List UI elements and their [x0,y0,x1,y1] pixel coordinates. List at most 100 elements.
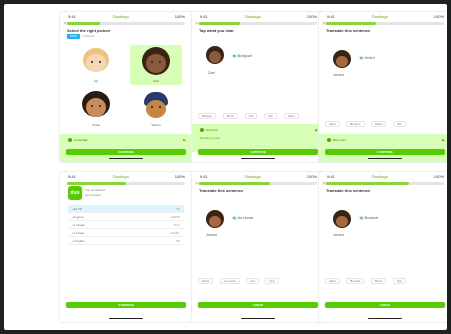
new-badge: NEW [67,34,80,39]
table-row[interactable]: +5 gems GEMS [68,213,184,221]
speech-text: Hello! [364,55,375,60]
speech-bubble[interactable]: ◀) Au revoir [232,215,253,220]
word-bank: Salut Bonsoir Merci Non [325,269,445,284]
result-line: your lesson! [85,193,102,197]
results-table: +10 XP XP +5 gems GEMS +1 streak DAY +1 cro… [68,205,184,245]
continue-button[interactable]: CONTINUE [66,149,186,155]
character-label: Vikram [151,123,161,127]
continue-button[interactable]: CONTINUE [198,149,318,155]
phone-screen-1: 9:41 Duolingo 100% ✕ Select the right pi… [59,11,193,163]
word-chip[interactable]: Bonjour [198,113,217,119]
status-time: 9:41 [200,174,208,179]
avatar-face [336,56,348,67]
eye-icon [151,61,153,63]
speaker-name: Junior [333,232,344,237]
word-chip[interactable]: Au revoir [219,278,240,284]
word-chip[interactable]: Salut [283,113,299,119]
speech-bubble[interactable]: ◀) Bonsoir [359,215,378,220]
avatar-oscar-face [86,98,106,117]
speech-bubble[interactable]: ◀) Bonjour! [232,53,252,58]
result-info: You completed your lesson! [85,188,105,198]
home-indicator [241,158,275,159]
word-chip[interactable]: Oui [392,121,406,127]
word-chip[interactable]: Oui [246,278,259,284]
speaker-avatar [333,50,351,68]
word-chip[interactable]: Non [263,113,278,119]
feedback-message: Correct! [200,128,218,133]
word-chip[interactable]: Salut [325,121,340,127]
battery-indicator: 100% [433,174,444,179]
phone-screen-4: 9:41 Duolingo 100% duo You completed you… [59,171,193,323]
row-value: XP [175,207,180,211]
row-value: DAY [174,223,180,227]
check-button[interactable]: CHECK [198,302,318,308]
character-card-oscar[interactable]: Oscar [70,89,122,129]
word-chip[interactable]: Bonsoir [346,278,365,284]
status-time: 9:41 [68,14,76,19]
speech-bubble[interactable]: ◀) Hello! [359,55,375,60]
eye-icon [99,61,101,63]
battery-indicator: 100% [174,14,185,19]
home-indicator [109,158,143,159]
status-app-name: Duolingo [372,14,388,19]
prompt-title: Translate this sentence [326,28,371,33]
speaker-icon[interactable]: ◀) [232,215,236,220]
word-chip[interactable]: Merci [370,278,387,284]
character-label: Oscar [91,123,100,127]
status-bar: 9:41 Duolingo 100% [192,12,324,21]
avatar-lily-face [86,54,106,72]
table-row[interactable]: +1 crown LEVEL [68,229,184,237]
word-chip[interactable]: Non [265,278,279,284]
status-bar: 9:41 Duolingo 100% [319,12,447,21]
character-card-vikram[interactable]: Vikram [130,89,182,129]
battery-indicator: 100% [174,174,185,179]
status-time: 9:41 [327,174,335,179]
battery-indicator: 100% [306,14,317,19]
word-bank: Bonjour Merci Oui Non Salut [198,104,318,119]
word-chip[interactable]: Merci [371,121,387,127]
speech-text: Bonjour! [237,53,253,58]
check-icon [327,138,331,143]
status-app-name: Duolingo [113,174,129,179]
continue-button[interactable]: CONTINUE [66,302,186,308]
eye-icon [159,61,161,63]
check-icon [68,138,72,143]
home-indicator [241,318,275,319]
check-button[interactable]: CHECK [325,302,445,308]
flag-icon[interactable]: ⚑ [182,138,186,143]
status-bar: 9:41 Duolingo 100% [319,172,447,181]
row-label: +10 XP [72,207,82,211]
word-chip[interactable]: Oui [244,113,258,119]
speaker-icon[interactable]: ◀) [359,55,363,60]
word-chip[interactable]: Salut [325,278,340,284]
speech-text: Bonsoir [364,215,379,220]
avatar-face [209,216,221,227]
word-chip[interactable]: Merci [198,278,214,284]
table-row[interactable]: +1 streak DAY [68,221,184,229]
duo-logo: duo [68,186,82,200]
word-chip[interactable]: Non [392,278,407,284]
table-row[interactable]: +10 XP XP [68,205,184,213]
phone-screen-6: 9:41 Duolingo 100% ✕ Translate this sent… [318,171,447,323]
battery-indicator: 100% [433,14,444,19]
character-card-zari[interactable]: Zari [130,45,182,85]
lesson-progress-bar [326,182,444,185]
prompt-title: Tap what you hear [199,28,234,33]
lesson-progress-bar [67,182,185,185]
battery-indicator: 100% [306,174,317,179]
phone-screen-5: 9:41 Duolingo 100% ✕ Translate this sent… [191,171,325,323]
home-indicator [368,158,402,159]
row-value: HP [175,239,180,243]
speaker-icon[interactable]: ◀) [359,215,363,220]
word-chip[interactable]: Merci [222,113,239,119]
avatar-vikram-face [146,100,166,118]
phone-screen-3: 9:41 Duolingo 100% ✕ Translate this sent… [318,11,447,163]
flag-icon[interactable]: ⚑ [441,138,445,143]
speaker-icon[interactable]: ◀) [232,53,236,58]
row-label: +1 crown [72,231,85,235]
continue-button[interactable]: CONTINUE [325,149,445,155]
status-bar: 9:41 Duolingo 100% [60,12,192,21]
character-card-lily[interactable]: Lily [70,45,122,85]
word-chip[interactable]: Bonjour [346,121,365,127]
table-row[interactable]: +2 hearts HP [68,237,184,245]
